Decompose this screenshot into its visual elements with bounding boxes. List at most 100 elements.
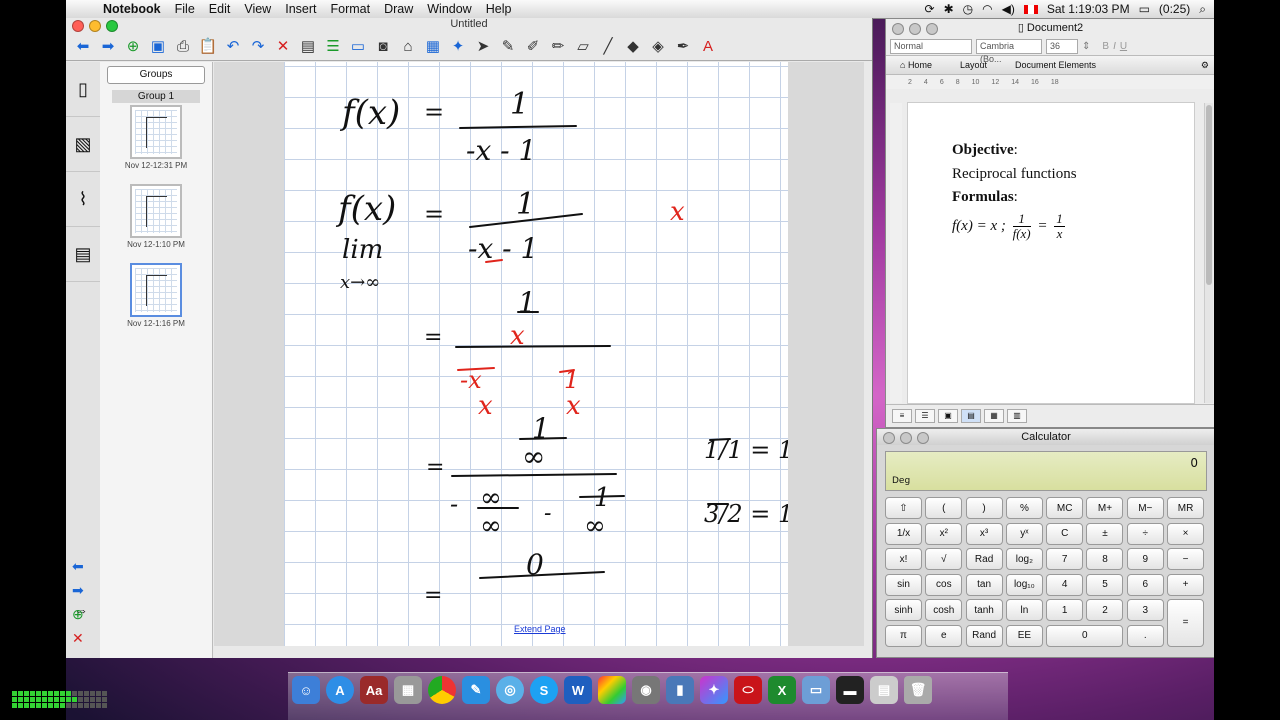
- timemachine-icon[interactable]: ◷: [963, 2, 973, 16]
- calc-key[interactable]: cosh: [925, 599, 963, 621]
- text-icon[interactable]: A: [697, 35, 719, 57]
- zoom-button[interactable]: [926, 23, 938, 35]
- display-icon[interactable]: ▭: [347, 35, 369, 57]
- chrome-icon[interactable]: [428, 676, 456, 704]
- minimize-button[interactable]: [900, 432, 912, 444]
- redo-icon[interactable]: ↷: [247, 35, 269, 57]
- battery-icon[interactable]: ▭: [1139, 2, 1150, 16]
- file-icon[interactable]: ▮: [666, 676, 694, 704]
- print-icon[interactable]: ⎙: [172, 35, 194, 57]
- calc-key[interactable]: √: [925, 548, 963, 570]
- document-page[interactable]: Objective: Reciprocal functions Formulas…: [908, 103, 1194, 403]
- publishing-view-icon[interactable]: ▣: [938, 409, 958, 423]
- groups-button[interactable]: Groups: [107, 66, 205, 84]
- properties-icon[interactable]: ✒: [672, 35, 694, 57]
- menu-app-name[interactable]: Notebook: [96, 2, 168, 16]
- creative-pen-icon[interactable]: ✐: [522, 35, 544, 57]
- calc-key-equals[interactable]: =: [1167, 599, 1205, 647]
- ribbon-gear-icon[interactable]: ⚙: [1201, 60, 1214, 71]
- close-button[interactable]: [892, 23, 904, 35]
- dictionary-icon[interactable]: Aa: [360, 676, 388, 704]
- app-store-icon[interactable]: A: [326, 676, 354, 704]
- battery-time[interactable]: (0:25): [1159, 2, 1190, 16]
- calc-key[interactable]: log₁₀: [1005, 573, 1043, 596]
- pdf-icon[interactable]: ⬭: [734, 676, 762, 704]
- bluetooth-icon[interactable]: ✱: [944, 2, 954, 16]
- calc-key[interactable]: x³: [965, 522, 1003, 545]
- screen-shade-icon[interactable]: ▤: [297, 35, 319, 57]
- calc-key[interactable]: yˣ: [1005, 522, 1043, 545]
- calc-key[interactable]: 8: [1086, 548, 1124, 570]
- scroll-thumb[interactable]: [1206, 105, 1212, 285]
- vertical-scrollbar[interactable]: [1204, 103, 1213, 403]
- calc-key[interactable]: (: [925, 497, 963, 519]
- folder-icon[interactable]: ▭: [802, 676, 830, 704]
- document-text[interactable]: Objective: Reciprocal functions Formulas…: [952, 139, 1077, 241]
- close-button[interactable]: [883, 432, 895, 444]
- add-page-icon[interactable]: ⊕: [122, 35, 144, 57]
- calc-key[interactable]: Rad: [965, 548, 1003, 570]
- clock[interactable]: Sat 1:19:03 PM: [1047, 2, 1130, 16]
- calc-key[interactable]: x²: [925, 522, 963, 545]
- page-thumbnail-selected[interactable]: [130, 263, 182, 317]
- menu-edit[interactable]: Edit: [202, 2, 238, 16]
- finder-window-icon[interactable]: ▤: [870, 676, 898, 704]
- calc-key[interactable]: ±: [1086, 522, 1124, 545]
- calc-key[interactable]: ×: [1167, 522, 1205, 545]
- minimize-button[interactable]: [89, 20, 101, 32]
- draft-view-icon[interactable]: ≡: [892, 409, 912, 423]
- calc-key[interactable]: 3: [1126, 599, 1164, 621]
- size-stepper-icon[interactable]: ⇕: [1082, 41, 1090, 52]
- minimize-button[interactable]: [909, 23, 921, 35]
- calc-key[interactable]: +: [1167, 573, 1205, 596]
- undo-icon[interactable]: ↶: [222, 35, 244, 57]
- delete-page-icon[interactable]: ✕: [72, 630, 84, 647]
- menu-draw[interactable]: Draw: [377, 2, 420, 16]
- trash-icon[interactable]: 🗑: [904, 676, 932, 704]
- paste-icon[interactable]: 📋: [197, 35, 219, 57]
- calc-key[interactable]: cos: [925, 573, 963, 596]
- calc-key[interactable]: log₂: [1005, 548, 1043, 570]
- zoom-button[interactable]: [106, 20, 118, 32]
- terminal-icon[interactable]: ▬: [836, 676, 864, 704]
- calc-key[interactable]: %: [1005, 497, 1043, 519]
- calc-key[interactable]: 2: [1086, 599, 1124, 621]
- page-sorter-tab-icon[interactable]: ▯: [66, 62, 100, 117]
- attachments-tab-icon[interactable]: ⌇: [66, 172, 100, 227]
- notes-icon[interactable]: ✎: [462, 676, 490, 704]
- menu-format[interactable]: Format: [323, 2, 377, 16]
- spotlight-icon[interactable]: ⌕: [1199, 2, 1206, 17]
- previous-page-icon[interactable]: ⬅: [72, 558, 84, 575]
- bold-icon[interactable]: B: [1102, 41, 1109, 52]
- tab-document-elements[interactable]: Document Elements: [1001, 60, 1110, 70]
- group-label[interactable]: Group 1: [112, 90, 200, 103]
- forward-arrow-icon[interactable]: ➡: [97, 35, 119, 57]
- calc-key[interactable]: MC: [1046, 497, 1084, 519]
- page-thumbnail[interactable]: [130, 184, 182, 238]
- calc-key[interactable]: M+: [1086, 497, 1124, 519]
- skype-icon[interactable]: S: [530, 676, 558, 704]
- calc-key[interactable]: 4: [1046, 573, 1084, 596]
- grid-table-icon[interactable]: ▦: [422, 35, 444, 57]
- calc-key[interactable]: EE: [1005, 624, 1043, 647]
- tab-home[interactable]: Home: [908, 60, 932, 70]
- shape-icon[interactable]: ◆: [622, 35, 644, 57]
- print-layout-view-icon[interactable]: ▤: [961, 409, 981, 423]
- menu-window[interactable]: Window: [420, 2, 478, 16]
- quicktime-icon[interactable]: ◎: [496, 676, 524, 704]
- calc-key[interactable]: 9: [1126, 548, 1164, 570]
- camera-icon[interactable]: ◙: [372, 35, 394, 57]
- page-thumbnail[interactable]: [130, 105, 182, 159]
- pen-icon[interactable]: ✎: [497, 35, 519, 57]
- excel-icon[interactable]: X: [768, 676, 796, 704]
- delete-icon[interactable]: ✕: [272, 35, 294, 57]
- wifi-icon[interactable]: ◠: [982, 2, 992, 16]
- calculator-icon[interactable]: ▦: [394, 676, 422, 704]
- grapher-icon[interactable]: ✦: [700, 676, 728, 704]
- calc-key[interactable]: MR: [1167, 497, 1205, 519]
- calc-key[interactable]: e: [925, 624, 963, 647]
- calc-key[interactable]: ln: [1005, 599, 1043, 621]
- extend-page-link[interactable]: Extend Page: [514, 624, 566, 634]
- style-select[interactable]: Normal: [890, 38, 972, 54]
- input-source-flag-icon[interactable]: [1023, 4, 1038, 14]
